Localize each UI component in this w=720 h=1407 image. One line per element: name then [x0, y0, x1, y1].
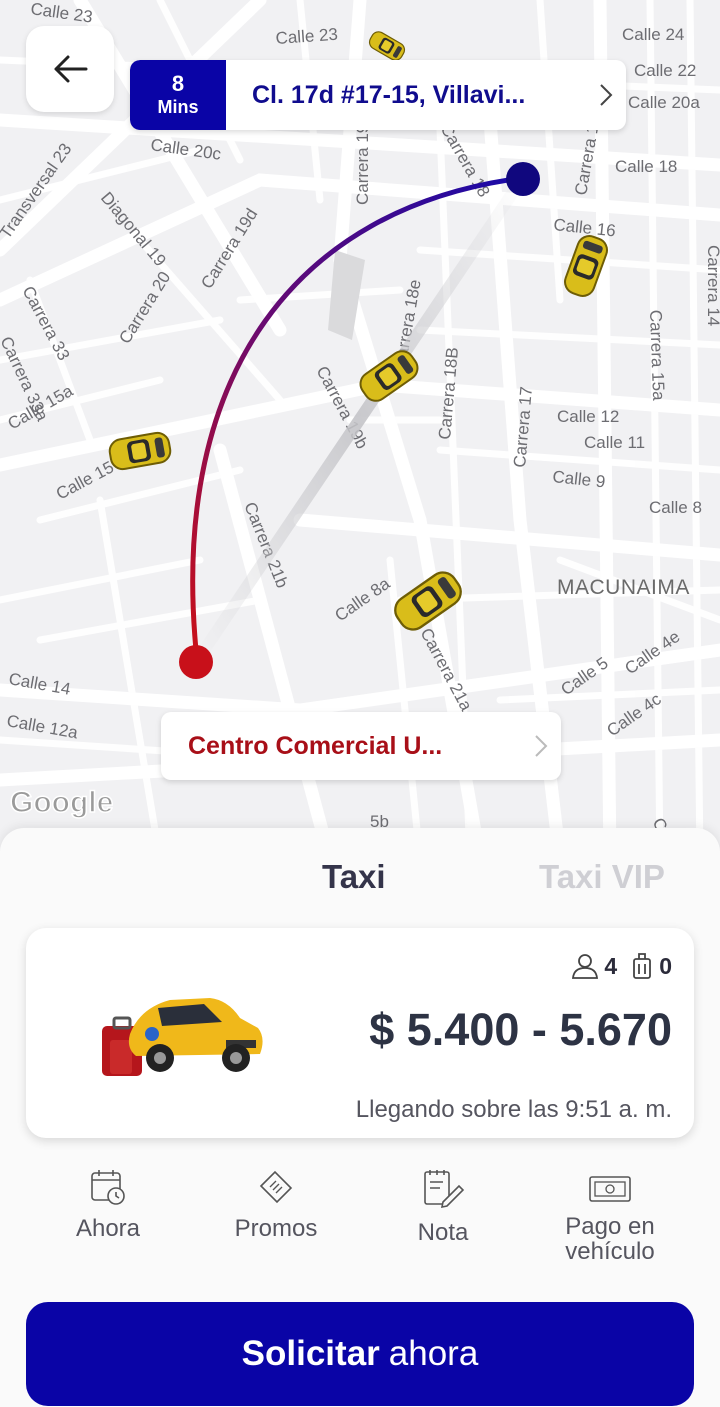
street-label: Calle 9 [552, 467, 607, 491]
street-label: Calle 15 [53, 457, 117, 503]
note-option[interactable]: Nota [363, 1168, 523, 1245]
destination-card[interactable]: Centro Comercial U... [161, 712, 561, 780]
street-label: Calle 8 [649, 498, 702, 517]
street-label: Calle 24 [622, 25, 684, 44]
taxi-car-image [102, 998, 263, 1076]
street-label: Carrera 14 [704, 245, 720, 326]
request-now-button[interactable]: Solicitar ahora [26, 1302, 694, 1406]
eta-badge: 8 Mins [130, 60, 226, 130]
back-button[interactable] [26, 26, 114, 112]
street-label: Calle 20a [628, 93, 700, 112]
destination-name: Centro Comercial U... [188, 731, 443, 760]
option-label: Ahora [75, 1215, 141, 1242]
street-label: Carrera 15a [646, 309, 668, 401]
street-label: Calle 18 [615, 157, 677, 176]
neighborhood-label: MACUNAIMA [557, 576, 690, 599]
eta-value: 8 [171, 71, 185, 96]
arrival-time: Llegando sobre las 9:51 a. m. [355, 1096, 672, 1123]
cta-bold-text: Solicitar [241, 1334, 380, 1373]
coupon-icon [259, 1170, 293, 1204]
destination-marker [179, 645, 213, 679]
pickup-marker [506, 162, 540, 196]
schedule-now-option[interactable]: Ahora [28, 1168, 188, 1241]
pickup-card[interactable]: 8 Mins Cl. 17d #17-15, Villavi... [130, 60, 626, 130]
street-label: Calle 12 [557, 407, 619, 426]
passenger-count: 4 [604, 952, 618, 979]
street-label: Calle 23 [275, 25, 339, 48]
eta-unit: Mins [157, 97, 199, 117]
luggage-icon [633, 953, 652, 979]
cash-icon [589, 1176, 631, 1202]
fare-range: $ 5.400 - 5.670 [369, 1004, 672, 1055]
google-logo: Google [10, 786, 113, 819]
chevron-right-icon [521, 734, 561, 758]
street-label: Calle 11 [584, 433, 645, 452]
street-label: Calle 8a [331, 574, 393, 626]
street-label: Carrera 19 [353, 124, 372, 205]
pickup-address: Cl. 17d #17-15, Villavi... [252, 80, 526, 109]
option-label: Nota [417, 1219, 469, 1246]
promos-option[interactable]: Promos [196, 1168, 356, 1241]
street-label: Carrera 18B [435, 346, 462, 440]
payment-option[interactable]: Pago en vehículo [530, 1168, 690, 1264]
luggage-count: 0 [659, 952, 672, 979]
tab-taxi[interactable]: Taxi [322, 858, 386, 896]
chevron-right-icon [586, 83, 626, 107]
cta-text: ahora [388, 1334, 479, 1373]
note-edit-icon [424, 1170, 465, 1209]
arrow-left-icon [54, 55, 88, 83]
capacity-info: 4 0 [570, 952, 672, 980]
tab-taxi-vip[interactable]: Taxi VIP [539, 858, 665, 896]
option-label: vehículo [565, 1238, 655, 1265]
street-label: Calle 22 [634, 61, 696, 80]
ride-card[interactable]: 4 0 $ 5.400 - 5.670 Llegando sobre las 9… [26, 928, 694, 1138]
option-label: Promos [234, 1215, 318, 1242]
calendar-clock-icon [91, 1170, 125, 1205]
ride-options-sheet: Taxi Taxi VIP 4 0 $ 5.400 - 5.670 Llegan… [0, 828, 720, 1407]
passenger-icon [572, 954, 599, 979]
taxi-car-icon [366, 28, 408, 64]
option-label: Pago en [565, 1213, 655, 1240]
